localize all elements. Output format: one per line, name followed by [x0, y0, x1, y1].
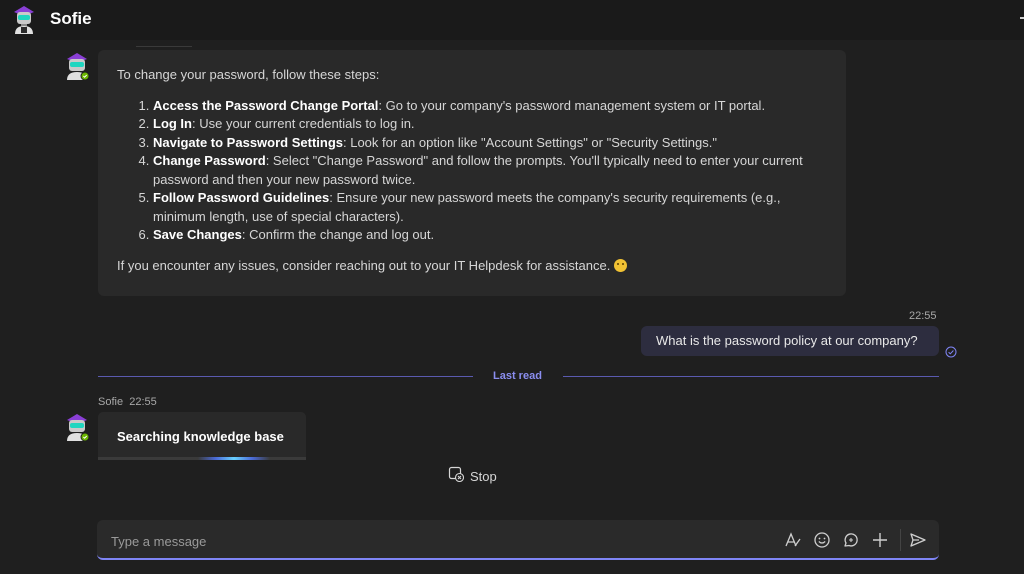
list-item: Access the Password Change Portal: Go to… — [153, 97, 828, 116]
loop-icon[interactable] — [841, 530, 861, 550]
searching-status-text: Searching knowledge base — [117, 429, 284, 444]
composer-divider — [900, 529, 901, 551]
smile-emoji-icon — [613, 258, 627, 272]
message-composer — [97, 520, 939, 560]
robot-avatar-icon — [64, 53, 90, 81]
list-item: Change Password: Select "Change Password… — [153, 152, 828, 189]
top-bar: Sofie — [0, 0, 1024, 40]
sender-time: 22:55 — [129, 396, 157, 408]
user-message: What is the password policy at our compa… — [641, 326, 939, 356]
emoji-icon[interactable] — [812, 530, 832, 550]
bot-message: To change your password, follow these st… — [98, 50, 846, 296]
list-item: Save Changes: Confirm the change and log… — [153, 226, 828, 245]
message-separator — [136, 46, 192, 47]
format-icon[interactable] — [783, 530, 803, 550]
steps-list: Access the Password Change Portal: Go to… — [117, 97, 828, 245]
robot-avatar-icon — [64, 414, 90, 442]
stop-button[interactable]: Stop — [448, 466, 497, 486]
user-message-time: 22:55 — [909, 310, 937, 322]
plus-icon[interactable] — [870, 530, 890, 550]
searching-progress-bar — [98, 457, 306, 460]
list-item: Log In: Use your current credentials to … — [153, 115, 828, 134]
list-item: Navigate to Password Settings: Look for … — [153, 134, 828, 153]
message-outro: If you encounter any issues, consider re… — [117, 257, 828, 276]
searching-progress-indicator — [198, 457, 270, 460]
last-read-line-left — [98, 376, 473, 377]
stop-icon — [448, 466, 465, 487]
list-item: Follow Password Guidelines: Ensure your … — [153, 189, 828, 226]
message-input[interactable] — [109, 530, 763, 552]
last-read-line-right — [563, 376, 939, 377]
stop-label: Stop — [470, 468, 497, 484]
more-options-icon[interactable] — [1020, 17, 1024, 19]
sender-name: Sofie — [98, 396, 124, 408]
last-read-label: Last read — [493, 370, 542, 382]
chat-title: Sofie — [50, 9, 92, 28]
robot-avatar-icon[interactable] — [11, 5, 37, 34]
message-sender: Sofie 22:55 — [98, 396, 157, 408]
read-receipt-icon — [945, 345, 957, 358]
message-intro: To change your password, follow these st… — [117, 67, 380, 82]
send-icon[interactable] — [908, 530, 928, 550]
searching-status-card: Searching knowledge base — [98, 412, 306, 460]
